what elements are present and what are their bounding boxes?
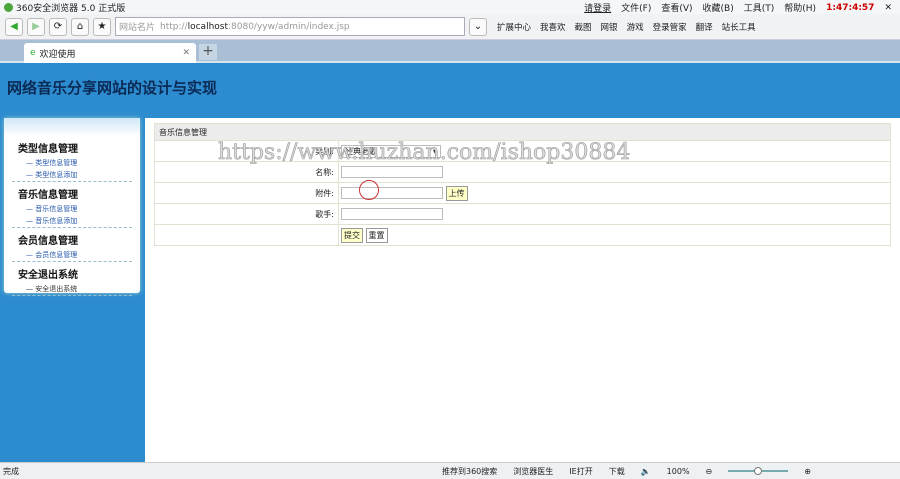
zoom-out-icon[interactable]: ⊖	[706, 467, 713, 476]
tab-label: 欢迎使用	[39, 49, 76, 60]
status-recommend[interactable]: 推荐到360搜索	[442, 466, 497, 477]
tab-bar: e 欢迎使用 ✕ +	[0, 40, 900, 63]
category-value: 经典老歌	[345, 146, 377, 156]
menu-favorites[interactable]: 收藏(B)	[703, 1, 734, 14]
name-input[interactable]	[341, 166, 443, 178]
submit-button[interactable]: 提交	[341, 227, 363, 243]
menu-view[interactable]: 查看(V)	[661, 1, 692, 14]
status-download[interactable]: 下载	[609, 466, 625, 477]
sidebar: 类型信息管理 — 类型信息管理 — 类型信息添加 音乐信息管理 — 音乐信息管理…	[0, 118, 145, 462]
menu-group-logout: 安全退出系统 — 安全退出系统	[12, 262, 132, 296]
browser-logo-icon	[4, 2, 13, 12]
sidebar-link[interactable]: — 会员信息管理	[12, 249, 132, 261]
forward-button[interactable]: ▶	[27, 17, 45, 36]
form-heading: 音乐信息管理	[154, 123, 891, 141]
status-ie-open[interactable]: IE打开	[569, 466, 592, 477]
toolbar-games[interactable]: 游戏	[627, 21, 644, 33]
back-button[interactable]: ◀	[5, 17, 23, 36]
site-title: 网络音乐分享网站的设计与实现	[7, 79, 218, 97]
reset-button[interactable]: 重置	[365, 227, 388, 243]
site-card-button[interactable]: 网站名片	[119, 20, 155, 33]
sidebar-link[interactable]: — 音乐信息管理	[12, 203, 132, 215]
music-form: 音乐信息管理 类别: 经典老歌 ▾ 名称: 附件: 上传 歌手: 提交 重置	[154, 123, 891, 246]
url-text[interactable]: http://localhost:8080/yyw/admin/index.js…	[160, 22, 350, 32]
sidebar-menu: 类型信息管理 — 类型信息管理 — 类型信息添加 音乐信息管理 — 音乐信息管理…	[4, 118, 140, 296]
window-title: 360安全浏览器 5.0 正式版	[16, 3, 126, 14]
group-title: 音乐信息管理	[18, 190, 78, 201]
url-host: localhost	[187, 21, 228, 32]
zoom-slider[interactable]	[728, 467, 789, 475]
address-dropdown-button[interactable]: ⌄	[469, 17, 487, 36]
group-title: 会员信息管理	[18, 236, 78, 247]
page-icon: e	[30, 48, 36, 58]
toolbar-login-manager[interactable]: 登录管家	[653, 21, 687, 33]
attachment-input[interactable]	[341, 187, 443, 199]
site-header: 网络音乐分享网站的设计与实现	[0, 63, 900, 118]
title-bar: 360安全浏览器 5.0 正式版 请登录 文件(F) 查看(V) 收藏(B) 工…	[0, 0, 900, 14]
tab-welcome[interactable]: e 欢迎使用 ✕	[24, 43, 196, 63]
menu-group-music: 音乐信息管理 — 音乐信息管理 — 音乐信息添加	[12, 182, 132, 228]
nav-toolbar: ◀ ▶ ⟳ ⌂ ★ 网站名片 http://localhost:8080/yyw…	[0, 14, 900, 40]
group-title: 安全退出系统	[18, 270, 78, 281]
singer-label: 歌手:	[154, 203, 339, 225]
clock: 1:47:4:57	[826, 2, 875, 13]
toolbar-bank[interactable]: 网银	[601, 21, 618, 33]
status-bar: 完成 推荐到360搜索 浏览器医生 IE打开 下载 🔈 100% ⊖ ⊕	[0, 462, 900, 479]
url-prefix: http://	[160, 21, 188, 32]
toolbar-extensions[interactable]: 扩展中心	[497, 21, 531, 33]
sidebar-link[interactable]: — 类型信息添加	[12, 169, 132, 181]
toolbar-webmaster[interactable]: 站长工具	[722, 21, 756, 33]
group-title: 类型信息管理	[18, 144, 78, 155]
address-bar[interactable]: 网站名片 http://localhost:8080/yyw/admin/ind…	[115, 17, 465, 36]
favorite-star-button[interactable]: ★	[93, 17, 111, 36]
singer-input[interactable]	[341, 208, 443, 220]
sound-icon[interactable]: 🔈	[641, 467, 651, 476]
home-button[interactable]: ⌂	[71, 17, 89, 36]
name-label: 名称:	[154, 161, 339, 183]
close-tab-icon[interactable]: ✕	[182, 48, 190, 58]
menu-group-member: 会员信息管理 — 会员信息管理	[12, 228, 132, 262]
zoom-in-icon[interactable]: ⊕	[804, 467, 811, 476]
cursor-highlight-icon	[359, 180, 379, 200]
toolbar-like[interactable]: 我喜欢	[540, 21, 566, 33]
zoom-level[interactable]: 100%	[667, 467, 690, 476]
menu-group-type: 类型信息管理 — 类型信息管理 — 类型信息添加	[12, 136, 132, 182]
sidebar-link[interactable]: — 音乐信息添加	[12, 215, 132, 227]
attachment-label: 附件:	[154, 182, 339, 204]
chevron-down-icon: ▾	[432, 146, 437, 156]
toolbar-translate[interactable]: 翻译	[696, 21, 713, 33]
close-icon[interactable]: ✕	[884, 3, 892, 13]
category-label: 类别:	[154, 140, 339, 162]
login-link[interactable]: 请登录	[584, 1, 611, 14]
sidebar-link[interactable]: — 安全退出系统	[12, 283, 132, 295]
toolbar-screenshot[interactable]: 截图	[575, 21, 592, 33]
menu-tools[interactable]: 工具(T)	[744, 1, 775, 14]
url-path: :8080/yyw/admin/index.jsp	[228, 21, 350, 32]
status-text: 完成	[3, 466, 19, 476]
refresh-button[interactable]: ⟳	[49, 17, 67, 36]
main-content: 音乐信息管理 类别: 经典老歌 ▾ 名称: 附件: 上传 歌手: 提交 重置	[145, 118, 900, 462]
new-tab-button[interactable]: +	[199, 44, 217, 60]
menu-help[interactable]: 帮助(H)	[784, 1, 816, 14]
menu-file[interactable]: 文件(F)	[621, 1, 651, 14]
sidebar-link[interactable]: — 类型信息管理	[12, 157, 132, 169]
status-doctor[interactable]: 浏览器医生	[513, 466, 553, 477]
category-select[interactable]: 经典老歌 ▾	[341, 144, 441, 158]
upload-button[interactable]: 上传	[445, 185, 468, 201]
